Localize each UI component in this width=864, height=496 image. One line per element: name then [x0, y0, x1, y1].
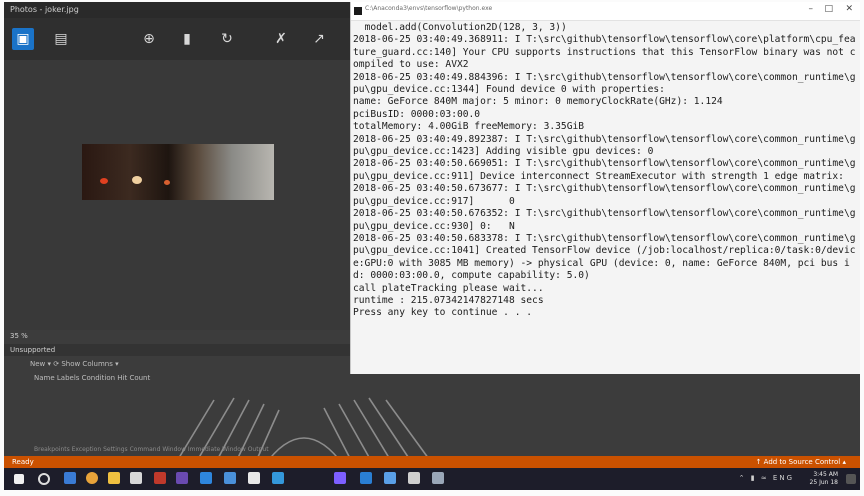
viewer-toolbar: ▣ ▤ ⊕ ▮ ↻ ✗ ↗ [4, 18, 350, 60]
delete-icon[interactable]: ▮ [176, 28, 198, 50]
crop-icon[interactable]: ✗ [270, 28, 292, 50]
store-icon[interactable] [130, 472, 142, 484]
console-line: 2018-06-25 03:40:49.884396: I T:\src\git… [353, 71, 856, 96]
console-line: runtime : 215.07342147827148 secs [353, 294, 544, 306]
app-icon[interactable] [408, 472, 420, 484]
clock-date: 25 Jun 18 [809, 479, 838, 486]
app-icon[interactable] [334, 472, 346, 484]
console-line: 2018-06-25 03:40:49.892387: I T:\src\git… [353, 133, 856, 158]
maximize-icon[interactable]: □ [824, 4, 833, 14]
console-line: totalMemory: 4.00GiB freeMemory: 3.35GiB [353, 121, 585, 133]
console-output[interactable]: model.add(Convolution2D(128, 3, 3)) 2018-… [353, 22, 857, 320]
column-headers: Name Labels Condition Hit Count [34, 374, 151, 382]
mail-icon[interactable] [248, 472, 260, 484]
app-icon[interactable] [272, 472, 284, 484]
taskbar: ⌃ ▮ ≈ ENG 3:45 AM 25 Jun 18 [4, 468, 860, 490]
status-ready: Ready [12, 458, 34, 466]
photo-light [164, 180, 170, 185]
zoom-icon[interactable]: ⊕ [138, 28, 160, 50]
clock[interactable]: 3:45 AM 25 Jun 18 [810, 471, 838, 487]
close-icon[interactable]: ✕ [845, 4, 853, 14]
app-icon[interactable] [64, 472, 76, 484]
app-icon[interactable] [154, 472, 166, 484]
status-bar: Ready ↑ Add to Source Control ▴ [4, 456, 860, 468]
app-icon[interactable] [360, 472, 372, 484]
console-line: model.add(Convolution2D(128, 3, 3)) [353, 22, 567, 33]
folder-icon[interactable] [108, 472, 120, 484]
photo-viewer-window: Photos - joker.jpg ▣ ▤ ⊕ ▮ ↻ ✗ ↗ [4, 2, 350, 330]
console-line: Press any key to continue . . . [353, 307, 533, 319]
photos-icon[interactable] [432, 472, 444, 484]
language-indicator[interactable]: ENG [773, 474, 794, 482]
start-icon[interactable] [14, 474, 24, 484]
console-line: 2018-06-25 03:40:50.676352: I T:\src\git… [353, 208, 856, 232]
console-line: 2018-06-25 03:40:50.669051: I T:\src\git… [353, 158, 856, 182]
console-line: 2018-06-25 03:40:49.368911: I T:\src\git… [353, 34, 856, 71]
screenshot: Photos - joker.jpg ▣ ▤ ⊕ ▮ ↻ ✗ ↗ 35 % Un… [4, 2, 860, 490]
viewer-title: Photos - joker.jpg [4, 2, 350, 18]
console-line: pciBusID: 0000:03:00.0 [353, 108, 481, 120]
system-tray[interactable]: ⌃ ▮ ≈ ENG [739, 474, 794, 482]
rotate-icon[interactable]: ↻ [216, 28, 238, 50]
zoom-level: 35 % [10, 332, 28, 340]
console-line: name: GeForce 840M major: 5 minor: 0 mem… [353, 96, 723, 108]
photo-light [100, 178, 108, 184]
panel-toolbar[interactable]: New ▾ ⟳ Show Columns ▾ [30, 360, 119, 368]
panel-tabs[interactable]: Breakpoints Exception Settings Command W… [4, 444, 860, 456]
console-line: call plateTracking please wait... [353, 282, 544, 294]
search-icon[interactable] [38, 473, 50, 485]
image-icon[interactable]: ▣ [12, 28, 34, 50]
notification-icon[interactable] [846, 474, 856, 484]
app-icon[interactable] [224, 472, 236, 484]
panel-header: Unsupported [4, 344, 356, 356]
edit-icon[interactable]: ↗ [308, 28, 330, 50]
console-title: C:\Anaconda3\envs\tensorflow\python.exe [365, 5, 493, 12]
console-app-icon [354, 7, 362, 15]
slideshow-icon[interactable]: ▤ [50, 28, 72, 50]
photo-light [132, 176, 142, 184]
app-icon[interactable] [384, 472, 396, 484]
clock-time: 3:45 AM [813, 471, 838, 478]
console-window[interactable]: C:\Anaconda3\envs\tensorflow\python.exe … [350, 2, 860, 374]
console-line: 2018-06-25 03:40:50.673677: I T:\src\git… [353, 183, 856, 207]
console-line: 2018-06-25 03:40:50.683378: I T:\src\git… [353, 232, 856, 282]
visual-studio-icon[interactable] [176, 472, 188, 484]
minimize-icon[interactable]: – [809, 4, 814, 14]
console-titlebar[interactable]: C:\Anaconda3\envs\tensorflow\python.exe … [351, 2, 860, 21]
chrome-icon[interactable] [86, 472, 98, 484]
displayed-photo [82, 144, 274, 200]
app-icon[interactable] [200, 472, 212, 484]
add-to-source-control-button[interactable]: ↑ Add to Source Control ▴ [756, 456, 846, 468]
